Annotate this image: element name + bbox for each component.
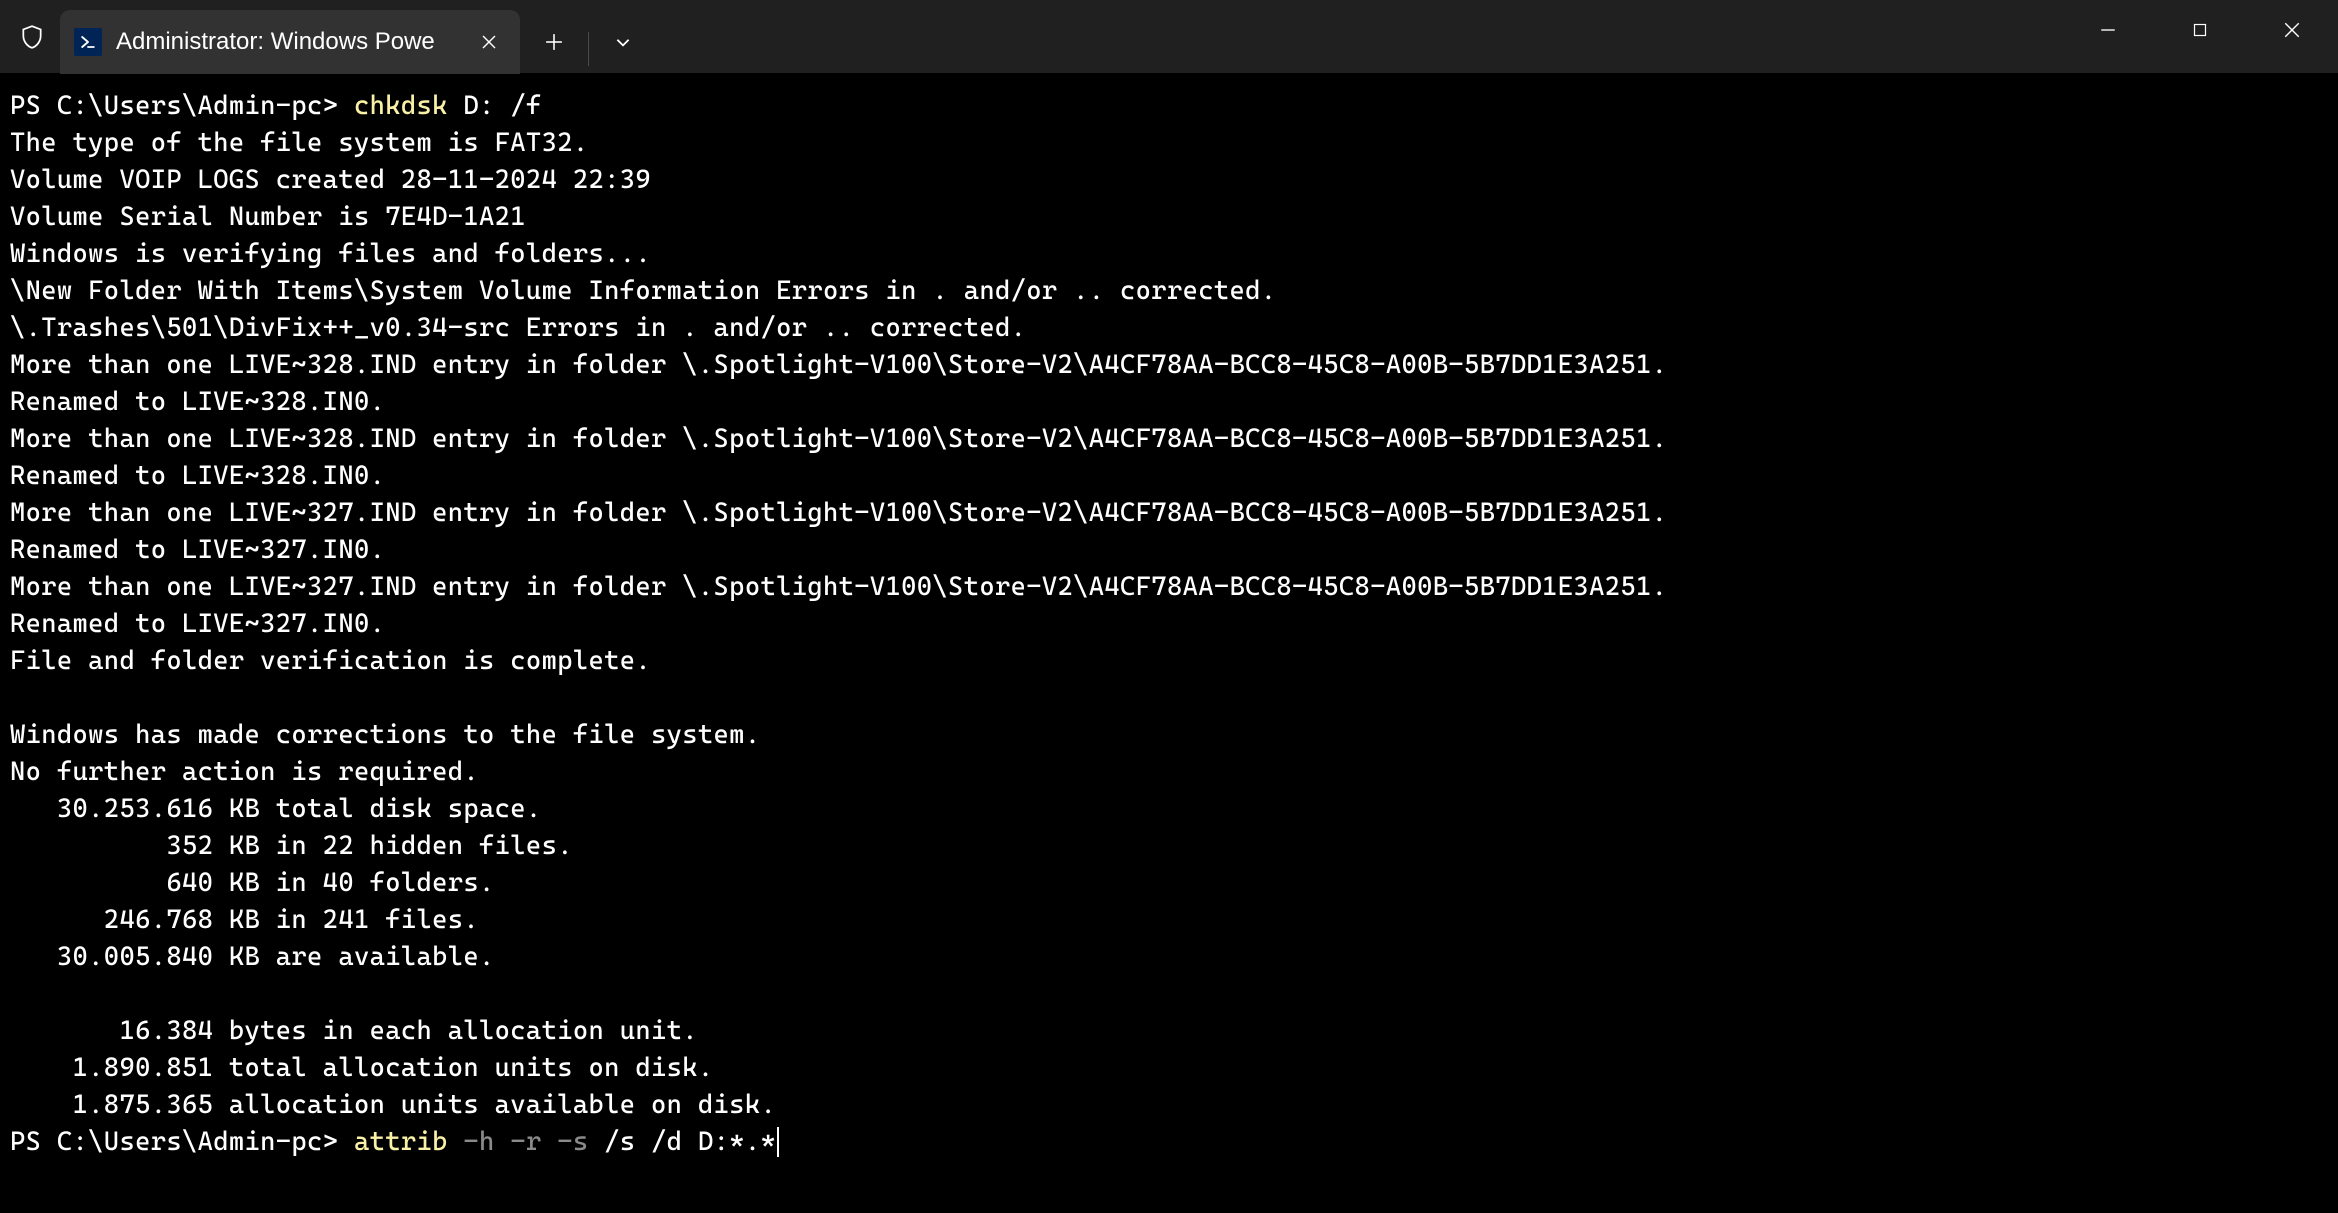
- output-line: 30.005.840 KB are available.: [10, 942, 495, 972]
- output-line: 1.890.851 total allocation units on disk…: [10, 1053, 714, 1083]
- new-tab-button[interactable]: [520, 10, 588, 74]
- output-line: 16.384 bytes in each allocation unit.: [10, 1016, 698, 1046]
- output-line: More than one LIVE~327.IND entry in fold…: [10, 498, 1667, 528]
- output-line: More than one LIVE~328.IND entry in fold…: [10, 350, 1667, 380]
- output-line: 1.875.365 allocation units available on …: [10, 1090, 776, 1120]
- maximize-button[interactable]: [2154, 0, 2246, 60]
- titlebar: Administrator: Windows Powe: [0, 0, 2338, 74]
- output-line: Renamed to LIVE~328.IN0.: [10, 461, 385, 491]
- output-line: 352 KB in 22 hidden files.: [10, 831, 573, 861]
- text-cursor: [777, 1127, 779, 1157]
- command-2-args: /s /d D:*.*: [589, 1127, 777, 1157]
- command-2-flags: -h -r -s: [448, 1127, 589, 1157]
- tab-dropdown-button[interactable]: [589, 10, 657, 74]
- output-line: Renamed to LIVE~327.IN0.: [10, 535, 385, 565]
- titlebar-shield-area: [0, 0, 50, 73]
- minimize-button[interactable]: [2062, 0, 2154, 60]
- output-line: \New Folder With Items\System Volume Inf…: [10, 276, 1276, 306]
- shield-icon: [18, 23, 46, 51]
- output-line: No further action is required.: [10, 757, 479, 787]
- output-line: The type of the file system is FAT32.: [10, 128, 588, 158]
- terminal-window: Administrator: Windows Powe: [0, 0, 2338, 1213]
- output-line: 640 KB in 40 folders.: [10, 868, 495, 898]
- output-line: Windows has made corrections to the file…: [10, 720, 760, 750]
- terminal-content[interactable]: PS C:\Users\Admin-pc> chkdsk D: /f The t…: [0, 74, 2338, 1213]
- prompt-2: PS C:\Users\Admin-pc>: [10, 1127, 354, 1157]
- tab-active[interactable]: Administrator: Windows Powe: [60, 10, 520, 74]
- output-line: \.Trashes\501\DivFix++_v0.34-src Errors …: [10, 313, 1026, 343]
- output-line: 30.253.616 KB total disk space.: [10, 794, 542, 824]
- output-line: File and folder verification is complete…: [10, 646, 651, 676]
- command-1-name: chkdsk: [354, 91, 448, 121]
- output-line: Volume Serial Number is 7E4D-1A21: [10, 202, 526, 232]
- prompt-1: PS C:\Users\Admin-pc>: [10, 91, 354, 121]
- output-line: Renamed to LIVE~328.IN0.: [10, 387, 385, 417]
- command-1-args: D: /f: [448, 91, 542, 121]
- window-controls: [2062, 0, 2338, 73]
- output-line: Windows is verifying files and folders..…: [10, 239, 651, 269]
- output-line: More than one LIVE~328.IND entry in fold…: [10, 424, 1667, 454]
- tab-title: Administrator: Windows Powe: [116, 28, 462, 56]
- tab-close-button[interactable]: [476, 29, 502, 55]
- titlebar-drag-area[interactable]: [657, 0, 2062, 73]
- powershell-icon: [74, 28, 102, 56]
- command-2-name: attrib: [354, 1127, 448, 1157]
- output-line: Volume VOIP LOGS created 28-11-2024 22:3…: [10, 165, 651, 195]
- output-line: Renamed to LIVE~327.IN0.: [10, 609, 385, 639]
- output-line: 246.768 KB in 241 files.: [10, 905, 479, 935]
- close-window-button[interactable]: [2246, 0, 2338, 60]
- tab-actions: [520, 10, 657, 73]
- output-line: More than one LIVE~327.IND entry in fold…: [10, 572, 1667, 602]
